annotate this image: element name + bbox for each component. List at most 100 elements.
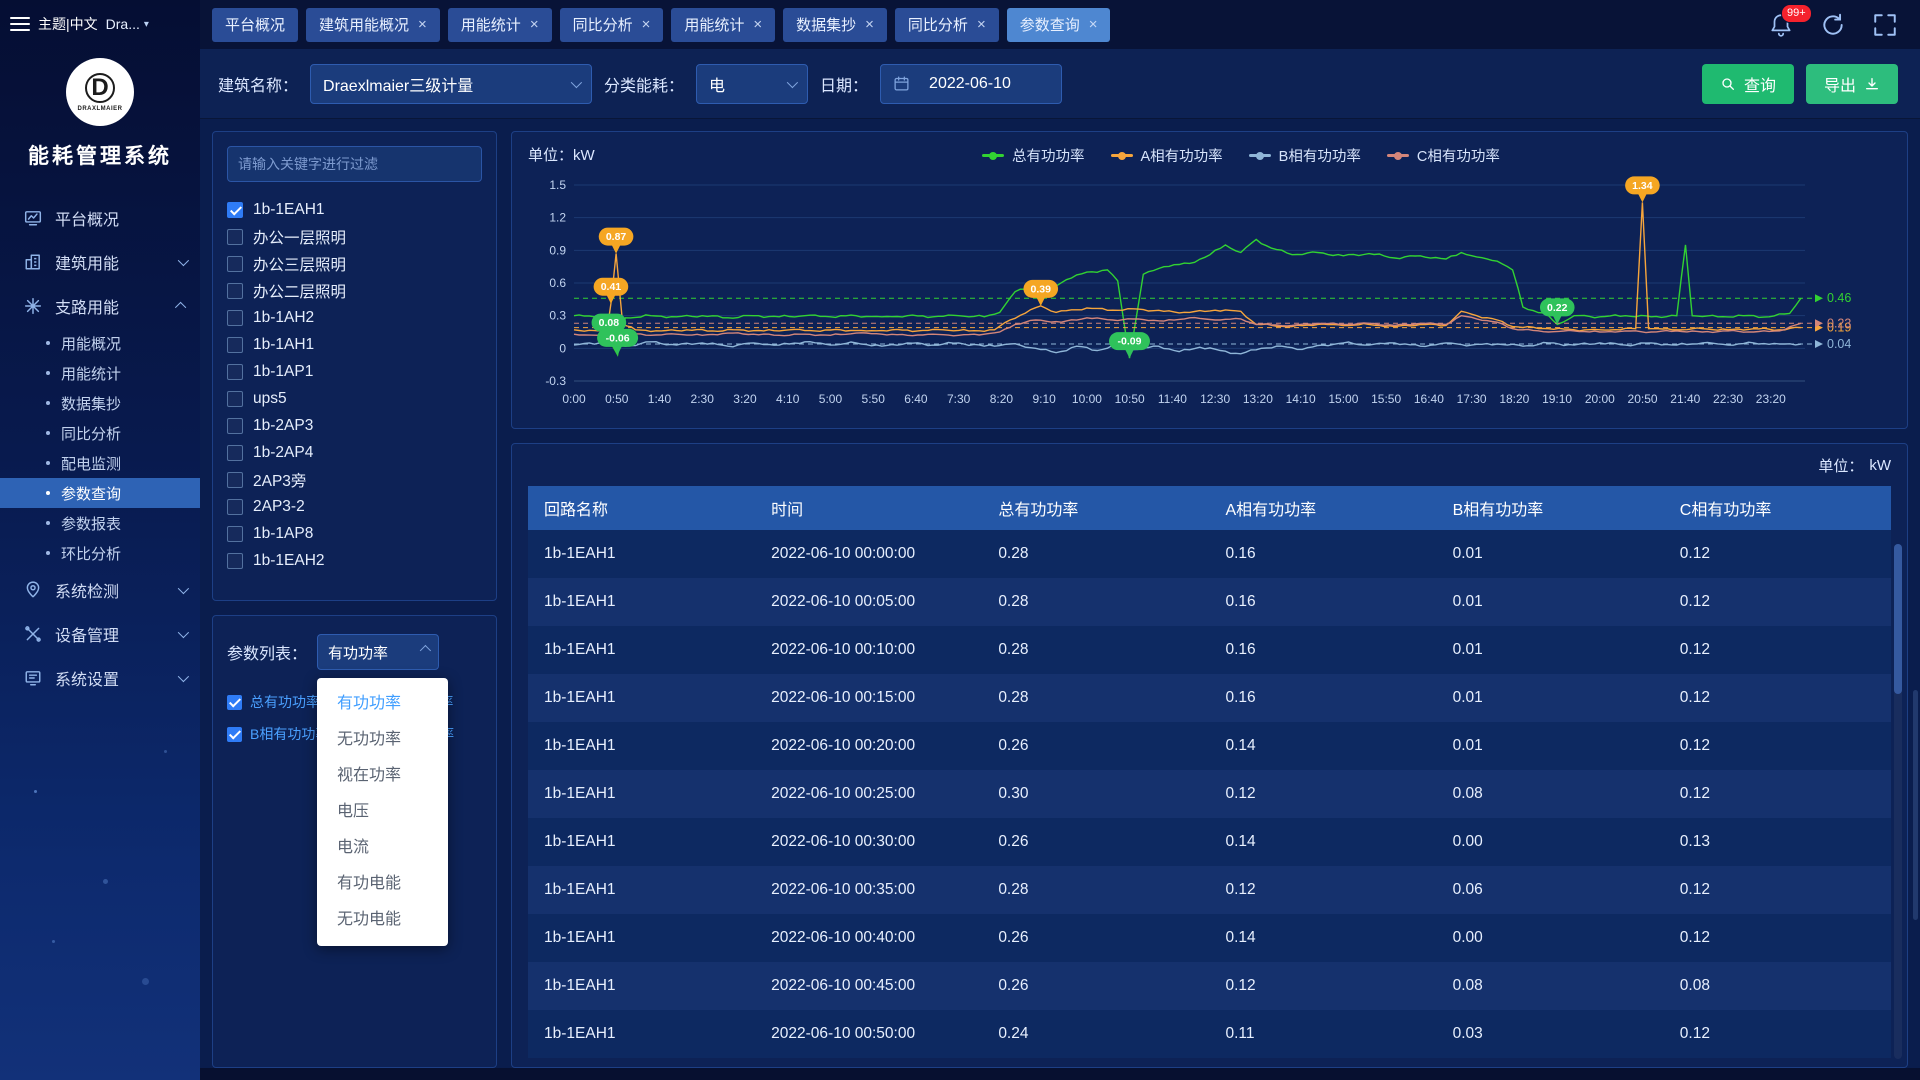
checkbox[interactable] [227,526,243,542]
circuit-item[interactable]: 办公一层照明 [227,223,482,250]
tab-close-icon[interactable]: × [977,17,986,32]
dropdown-option-电压[interactable]: 电压 [317,794,448,830]
table-scrollbar[interactable] [1894,544,1902,1059]
sidebar-item-平台概况[interactable]: 平台概况 [0,196,200,240]
fullscreen-icon[interactable] [1872,12,1898,38]
legend-item-C相有功功率[interactable]: C相有功功率 [1387,145,1500,166]
svg-text:-0.3: -0.3 [545,374,566,388]
circuit-item[interactable]: 2AP3旁 [227,466,482,493]
circuit-item[interactable]: ups5 [227,385,482,412]
table-row: 1b-1EAH12022-06-10 00:45:000.260.120.080… [528,962,1891,1010]
sidebar-subitem-数据集抄[interactable]: 数据集抄 [0,388,200,418]
sidebar-subitem-配电监测[interactable]: 配电监测 [0,448,200,478]
dropdown-option-无功功率[interactable]: 无功功率 [317,722,448,758]
circuit-item[interactable]: 1b-1AH1 [227,331,482,358]
tab-平台概况[interactable]: 平台概况 [212,8,298,42]
query-button[interactable]: 查询 [1702,64,1794,104]
tab-同比分析[interactable]: 同比分析× [895,8,999,42]
dropdown-option-有功功率[interactable]: 有功功率 [317,686,448,722]
date-picker-value: 2022-06-10 [929,75,1011,93]
circuit-item[interactable]: 办公二层照明 [227,277,482,304]
chevron-down-icon [178,671,189,682]
branch-icon [24,297,42,315]
sidebar-subitem-用能统计[interactable]: 用能统计 [0,358,200,388]
checkbox[interactable] [227,472,243,488]
sidebar-subitem-环比分析[interactable]: 环比分析 [0,538,200,568]
circuit-item[interactable]: 1b-1EAH2 [227,547,482,574]
tab-close-icon[interactable]: × [530,17,539,32]
tab-close-icon[interactable]: × [642,17,651,32]
checkbox[interactable] [227,695,242,710]
theme-language-label[interactable]: 主题|中文 [38,14,98,34]
circuit-item[interactable]: 1b-1AH2 [227,304,482,331]
checkbox[interactable] [227,391,243,407]
dropdown-option-视在功率[interactable]: 视在功率 [317,758,448,794]
tab-用能统计[interactable]: 用能统计× [671,8,775,42]
checkbox[interactable] [227,337,243,353]
sidebar-item-支路用能[interactable]: 支路用能 [0,284,200,328]
export-button[interactable]: 导出 [1806,64,1898,104]
chevron-down-icon [571,76,582,87]
parameter-select[interactable]: 有功功率 [317,634,439,670]
energy-type-select[interactable]: 电 [696,64,808,104]
circuit-filter-input[interactable] [227,146,482,182]
tab-close-icon[interactable]: × [418,17,427,32]
sidebar-item-系统检测[interactable]: 系统检测 [0,568,200,612]
table-row: 1b-1EAH12022-06-10 00:05:000.280.160.010… [528,578,1891,626]
sidebar-item-设备管理[interactable]: 设备管理 [0,612,200,656]
circuit-label: 2AP3旁 [253,469,306,491]
table-row: 1b-1EAH12022-06-10 00:15:000.280.160.010… [528,674,1891,722]
checkbox[interactable] [227,202,243,218]
checkbox[interactable] [227,229,243,245]
tab-数据集抄[interactable]: 数据集抄× [783,8,887,42]
circuit-item[interactable]: 1b-1AP8 [227,520,482,547]
circuit-item[interactable]: 1b-2AP3 [227,412,482,439]
tab-参数查询[interactable]: 参数查询× [1007,8,1111,42]
checkbox[interactable] [227,727,242,742]
checkbox[interactable] [227,283,243,299]
checkbox[interactable] [227,256,243,272]
circuit-item[interactable]: 办公三层照明 [227,250,482,277]
sidebar-subitem-用能概况[interactable]: 用能概况 [0,328,200,358]
page-scrollbar[interactable] [1913,690,1918,920]
sidebar-subitem-参数查询[interactable]: 参数查询 [0,478,200,508]
circuit-item[interactable]: 1b-1EAH1 [227,196,482,223]
legend-item-A相有功功率[interactable]: A相有功功率 [1111,145,1223,166]
circuit-item[interactable]: 2AP3-2 [227,493,482,520]
notifications-bell-icon[interactable]: 99+ [1768,12,1794,38]
legend-item-总有功功率[interactable]: 总有功功率 [982,145,1085,166]
svg-text:16:40: 16:40 [1414,392,1444,406]
checkbox[interactable] [227,499,243,515]
svg-text:9:10: 9:10 [1032,392,1056,406]
building-select[interactable]: Draexlmaier三级计量 [310,64,592,104]
circuit-item[interactable]: 1b-2AP4 [227,439,482,466]
building-quick-dropdown[interactable]: Dra... ▾ [106,16,149,32]
checkbox[interactable] [227,553,243,569]
circuit-item[interactable]: 1b-1AP1 [227,358,482,385]
dropdown-option-无功电能[interactable]: 无功电能 [317,902,448,938]
date-picker[interactable]: 2022-06-10 [880,64,1062,104]
dropdown-option-有功电能[interactable]: 有功电能 [317,866,448,902]
tab-同比分析[interactable]: 同比分析× [560,8,664,42]
menu-toggle-icon[interactable] [10,17,30,31]
checkbox[interactable] [227,310,243,326]
legend-item-B相有功功率[interactable]: B相有功功率 [1249,145,1361,166]
tab-close-icon[interactable]: × [753,17,762,32]
building-filter-label: 建筑名称： [218,72,298,96]
sidebar-item-建筑用能[interactable]: 建筑用能 [0,240,200,284]
tab-建筑用能概况[interactable]: 建筑用能概况× [306,8,440,42]
checkbox[interactable] [227,418,243,434]
dropdown-option-电流[interactable]: 电流 [317,830,448,866]
sidebar-subitem-参数报表[interactable]: 参数报表 [0,508,200,538]
checkbox[interactable] [227,364,243,380]
tab-用能统计[interactable]: 用能统计× [448,8,552,42]
tab-close-icon[interactable]: × [1089,17,1098,32]
refresh-icon[interactable] [1820,12,1846,38]
sidebar-item-系统设置[interactable]: 系统设置 [0,656,200,700]
table-cell: 1b-1EAH1 [528,674,755,722]
checkbox[interactable] [227,445,243,461]
tab-close-icon[interactable]: × [865,17,874,32]
scrollbar-thumb[interactable] [1894,544,1902,694]
sidebar-subitem-同比分析[interactable]: 同比分析 [0,418,200,448]
svg-text:21:40: 21:40 [1670,392,1700,406]
